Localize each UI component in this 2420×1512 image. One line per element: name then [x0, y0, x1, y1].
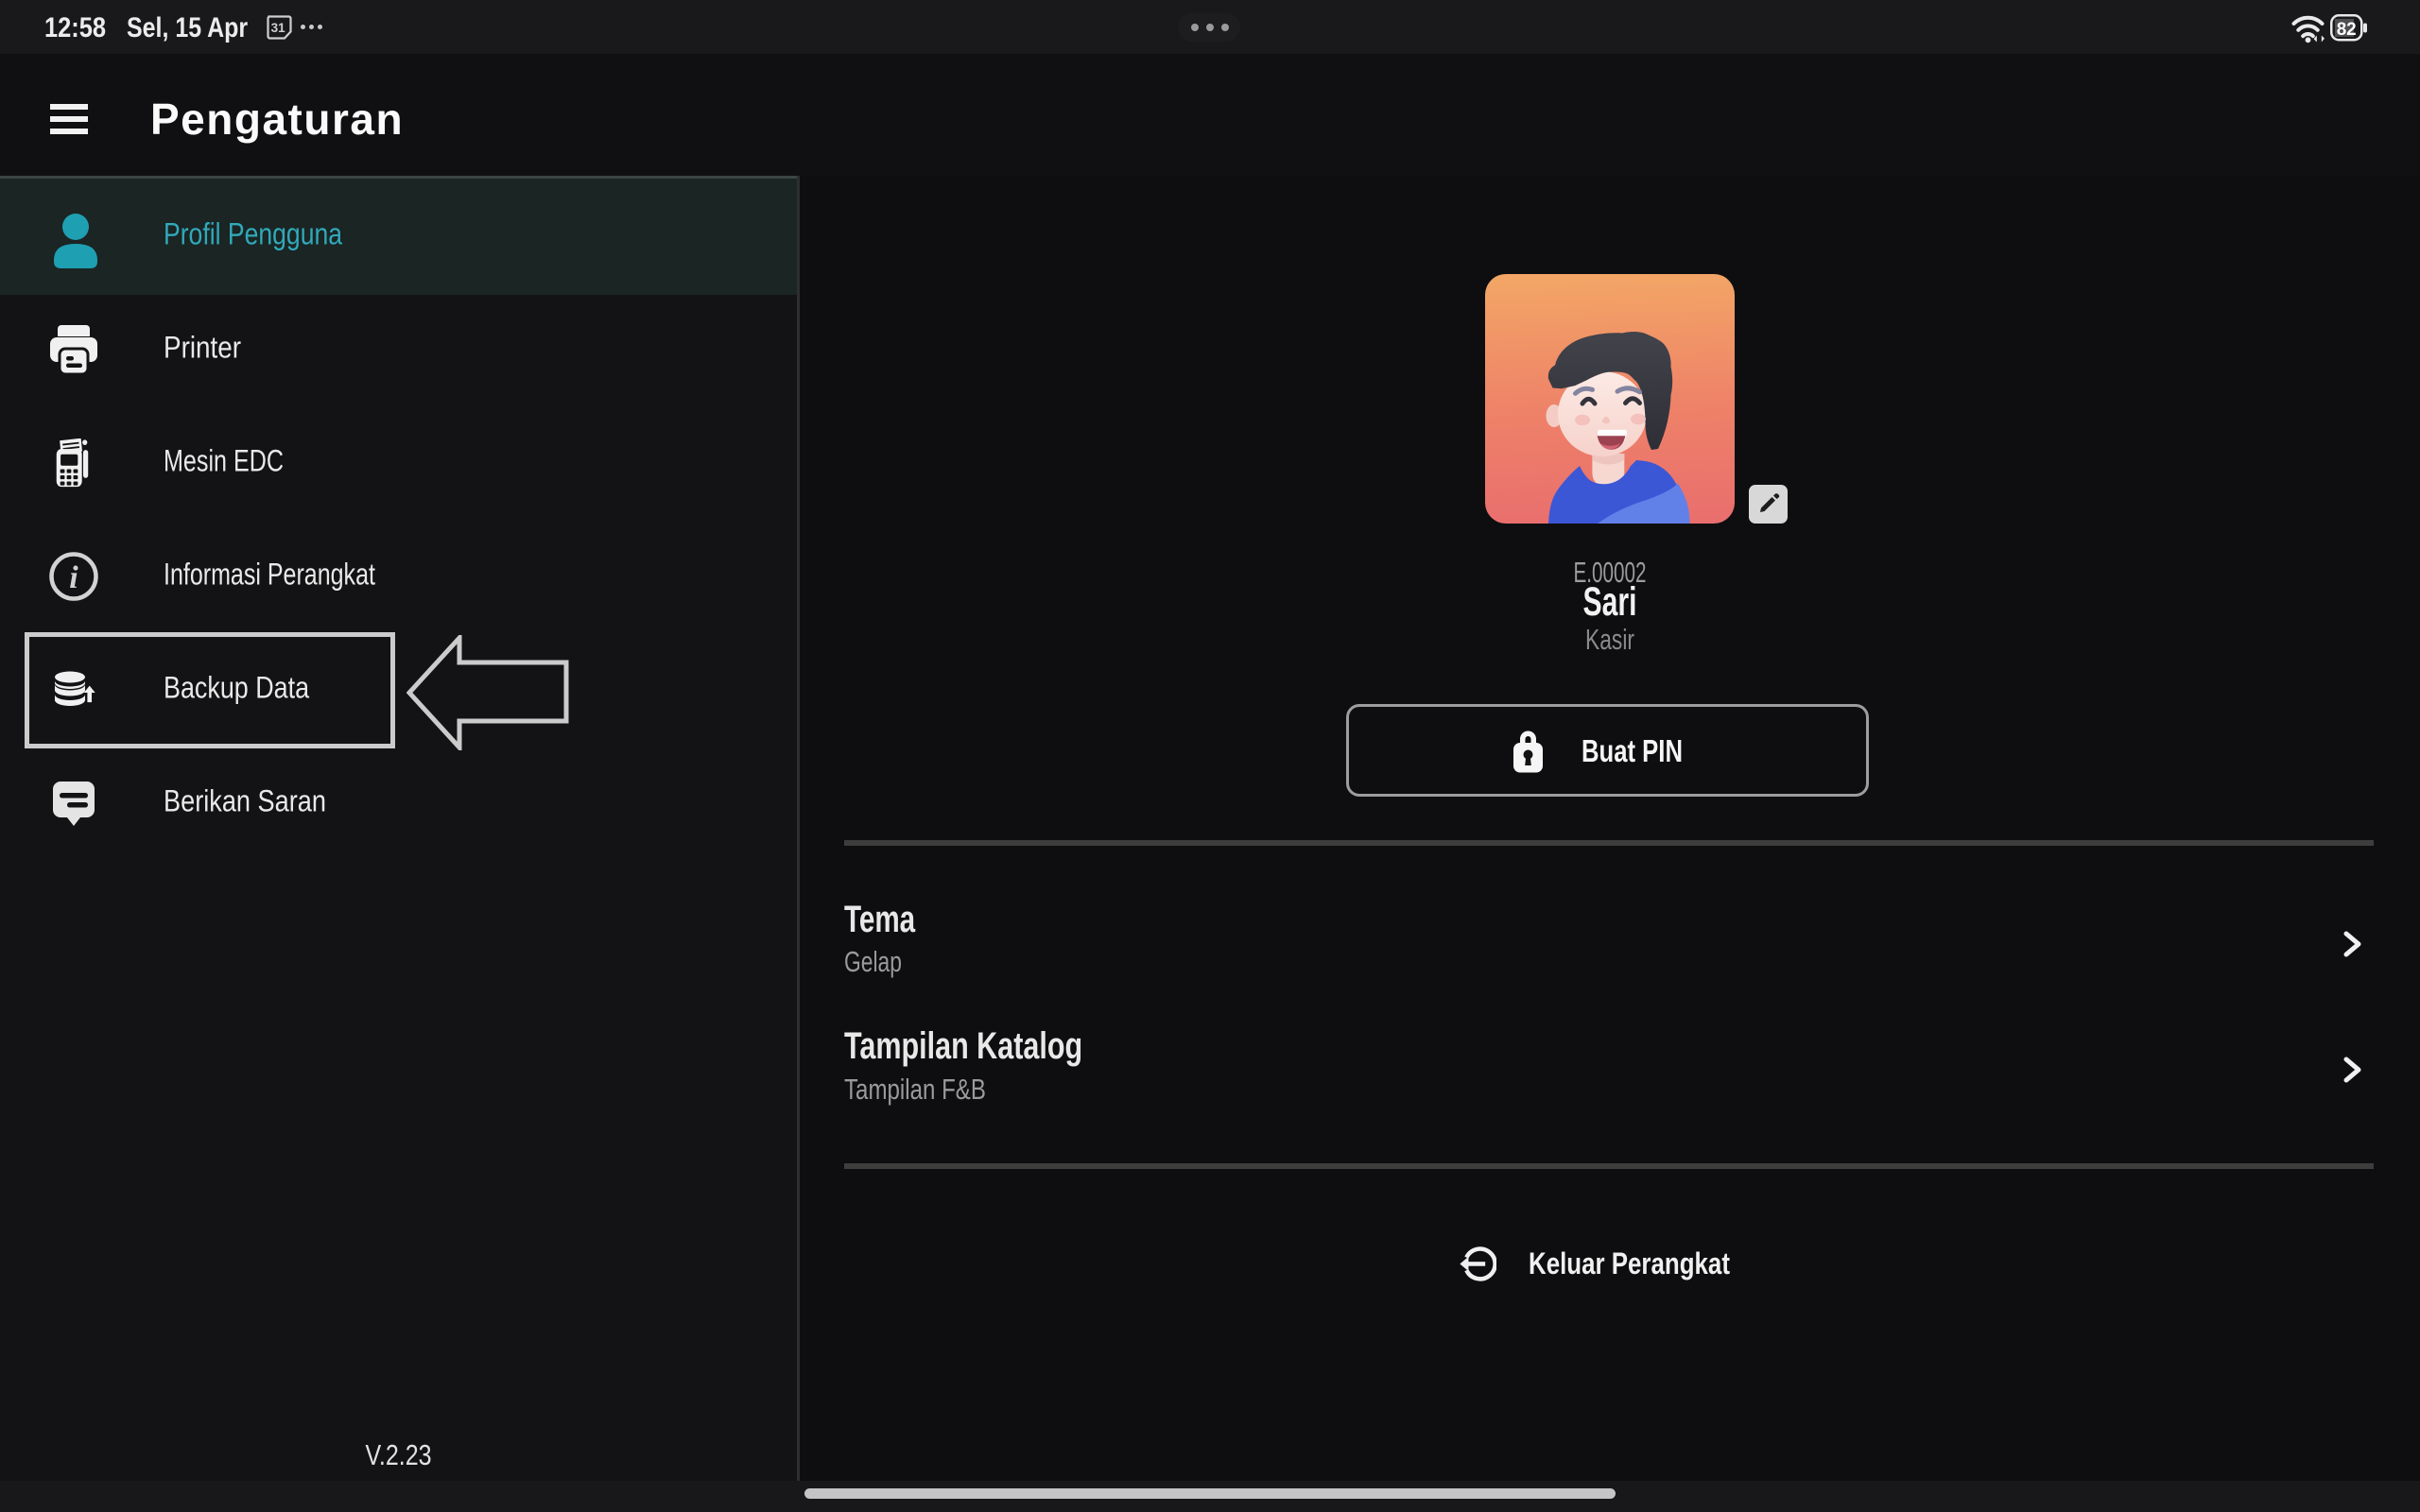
- svg-text:31: 31: [271, 21, 286, 35]
- svg-text:i: i: [69, 560, 78, 595]
- svg-text:82: 82: [2337, 20, 2357, 40]
